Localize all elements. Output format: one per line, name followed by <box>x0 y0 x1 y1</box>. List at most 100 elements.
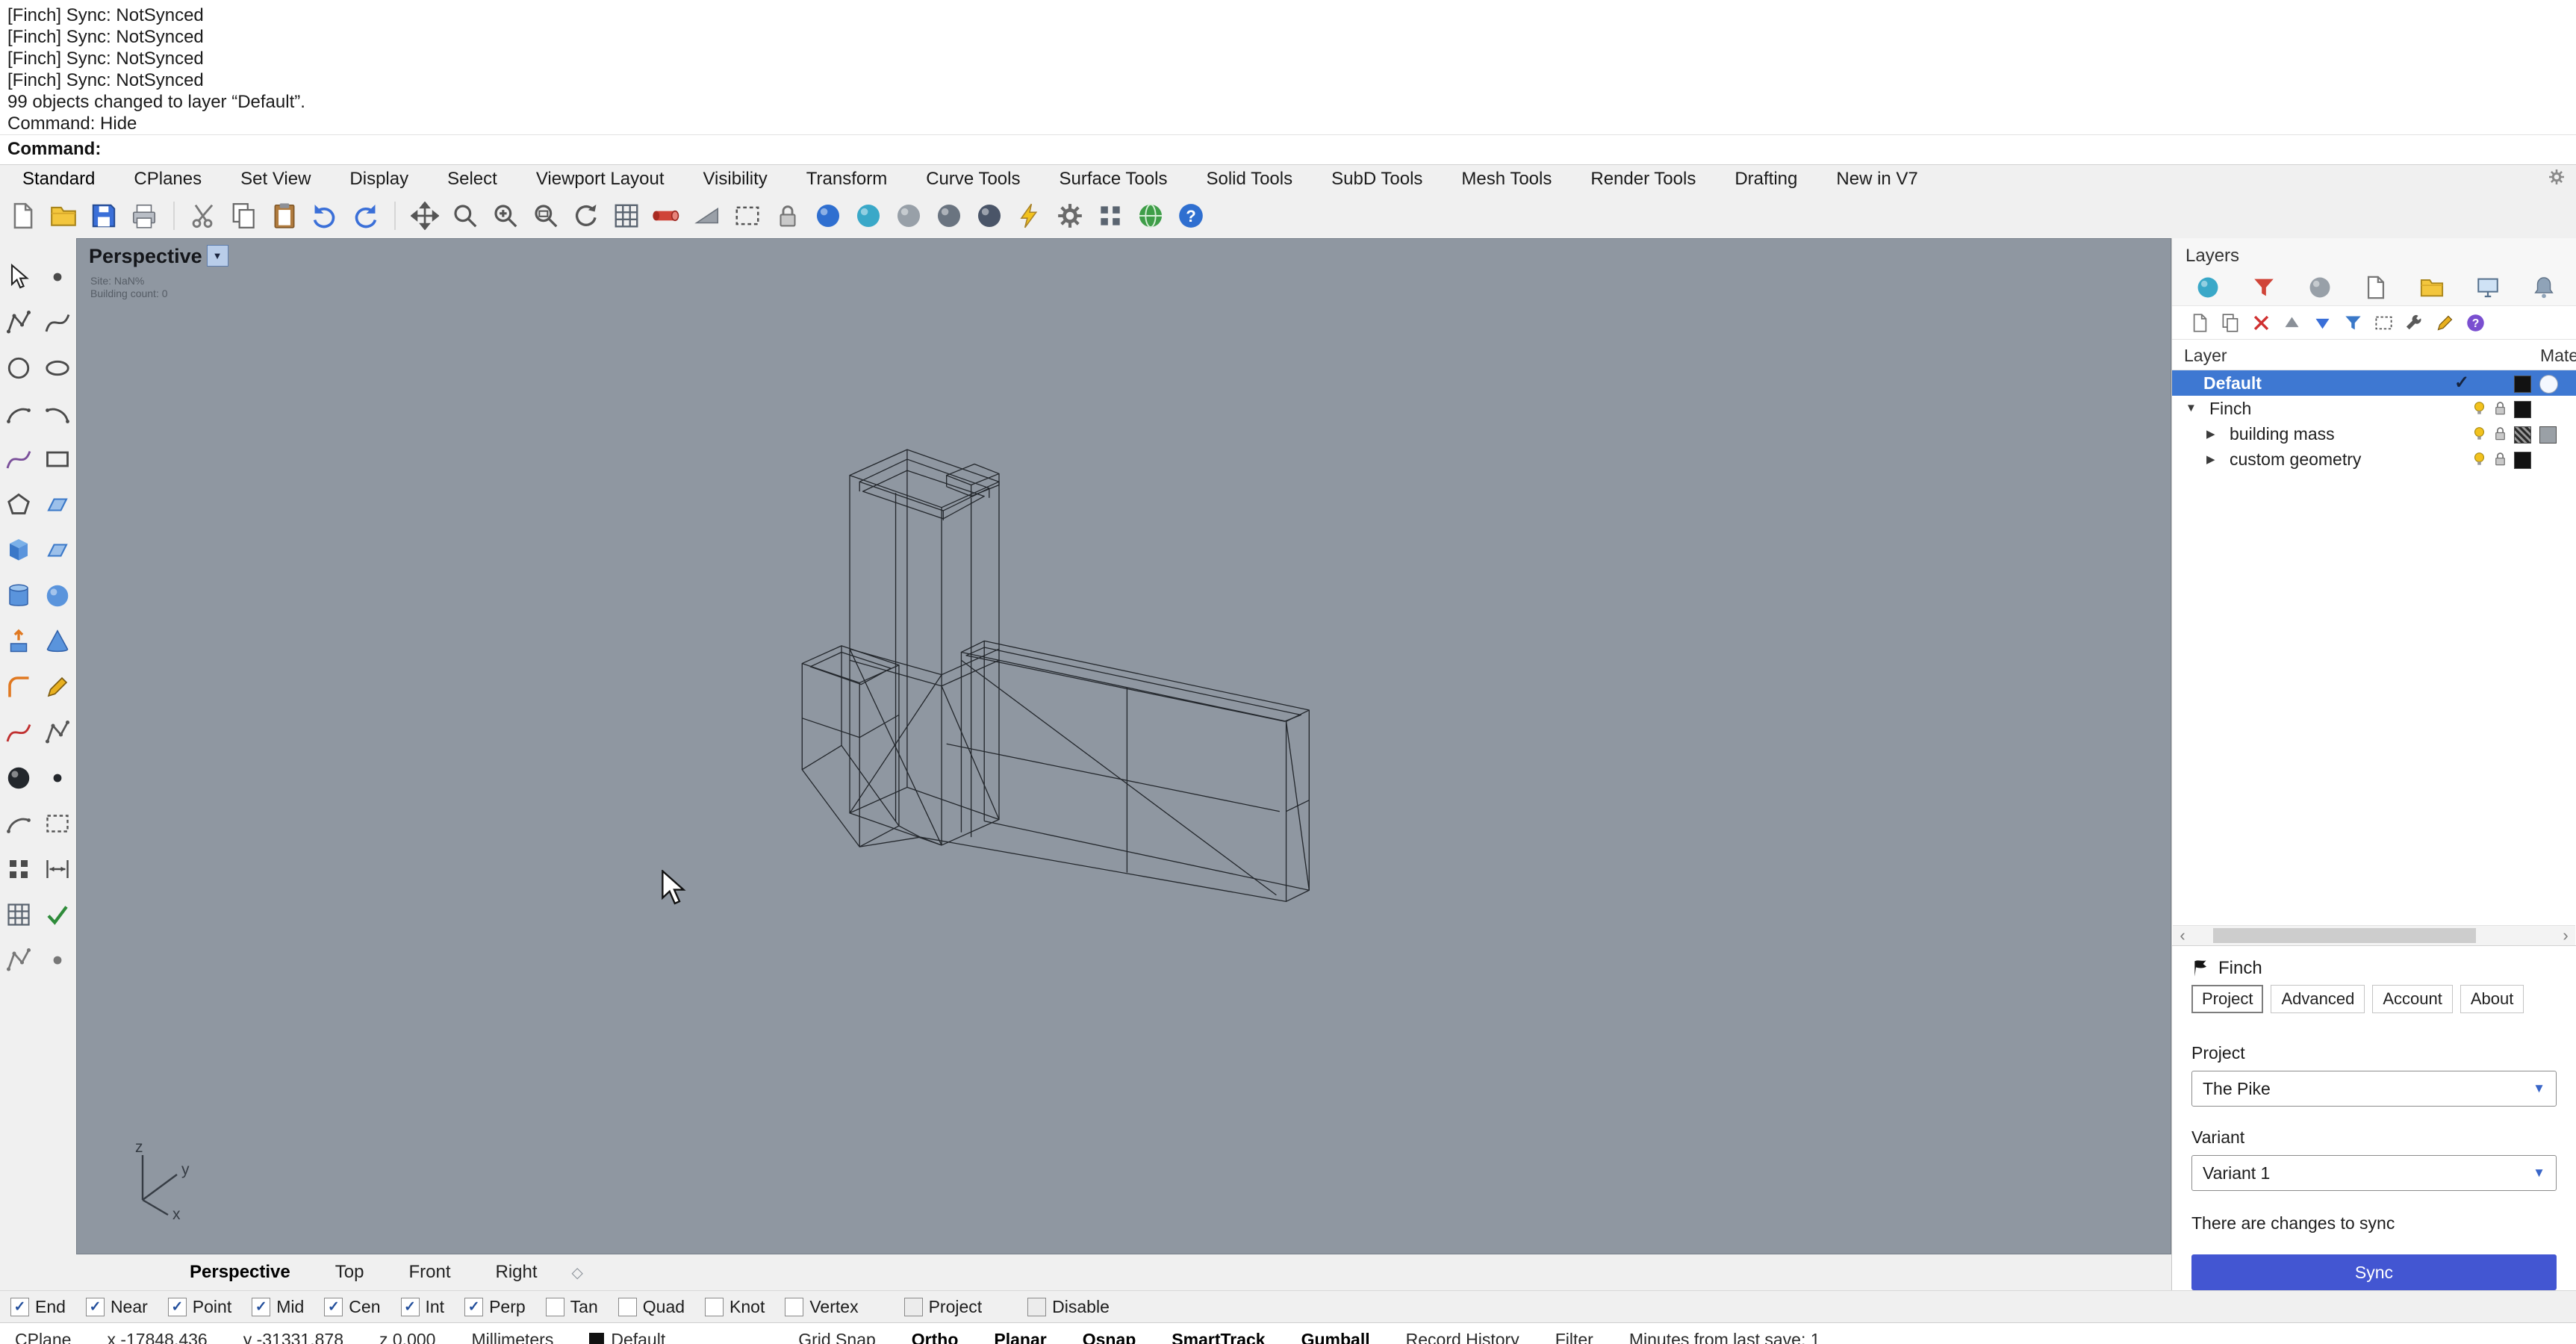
status-current-layer-button[interactable]: Default <box>589 1330 665 1344</box>
layer-pen-button[interactable] <box>2433 311 2456 334</box>
toolbar-tab-new-in-v7[interactable]: New in V7 <box>1817 169 1937 190</box>
layers-horizontal-scrollbar[interactable]: ‹ › <box>2173 925 2575 945</box>
surface-plane-tool-button[interactable] <box>41 488 74 521</box>
freeform-curve-tool-button[interactable] <box>2 443 35 476</box>
viewport-tab-perspective[interactable]: Perspective <box>167 1262 313 1283</box>
save-button[interactable] <box>88 200 119 231</box>
package-manager-button[interactable] <box>1135 200 1166 231</box>
xray-display-button[interactable] <box>933 200 965 231</box>
render-preview-button[interactable] <box>812 200 844 231</box>
cone-tool-button[interactable] <box>41 625 74 658</box>
command-history[interactable]: [Finch] Sync: NotSynced [Finch] Sync: No… <box>0 0 2576 134</box>
toolbar-tab-curve-tools[interactable]: Curve Tools <box>906 169 1039 190</box>
options-button[interactable] <box>1054 200 1086 231</box>
new-layer-button[interactable] <box>2188 311 2211 334</box>
osnap-knot[interactable]: Knot <box>705 1297 765 1317</box>
selection-window-button[interactable] <box>732 200 763 231</box>
monitor-tab[interactable] <box>2474 274 2501 301</box>
scroll-right-icon[interactable]: › <box>2556 927 2575 944</box>
toolbar-tab-solid-tools[interactable]: Solid Tools <box>1186 169 1312 190</box>
circle-tool-button[interactable] <box>2 352 35 385</box>
finch-tab-about[interactable]: About <box>2460 985 2524 1013</box>
rectangle-tool-button[interactable] <box>41 443 74 476</box>
collapse-caret-icon[interactable]: ▼ <box>2185 402 2197 414</box>
osnap-perp[interactable]: ✓Perp <box>464 1297 526 1317</box>
material-column-header[interactable]: Mate <box>2540 346 2576 366</box>
layer-color-swatch[interactable] <box>2514 426 2531 444</box>
delete-layer-button[interactable] <box>2250 311 2272 334</box>
filter-layers-button[interactable] <box>2342 311 2364 334</box>
layer-material-icon[interactable] <box>2539 375 2558 393</box>
cplane-grid-button[interactable] <box>611 200 642 231</box>
smarttrack-button[interactable] <box>1014 200 1045 231</box>
osnap-mid[interactable]: ✓Mid <box>252 1297 304 1317</box>
osnap-tan[interactable]: Tan <box>546 1297 598 1317</box>
scrollbar-track[interactable] <box>2192 926 2556 945</box>
redo-button[interactable] <box>349 200 381 231</box>
toolbar-tab-subd-tools[interactable]: SubD Tools <box>1312 169 1442 190</box>
dimension-tool-button[interactable] <box>41 853 74 886</box>
osnap-end[interactable]: ✓End <box>10 1297 66 1317</box>
move-layer-down-button[interactable] <box>2311 311 2333 334</box>
finch-tab-advanced[interactable]: Advanced <box>2271 985 2365 1013</box>
layer-row-default[interactable]: Default ✓ <box>2172 370 2576 396</box>
finch-tab-account[interactable]: Account <box>2372 985 2453 1013</box>
sphere-tool-button[interactable] <box>41 579 74 612</box>
polyline-tool-button[interactable] <box>2 306 35 339</box>
osnap-quad[interactable]: Quad <box>618 1297 685 1317</box>
move-layer-up-button[interactable] <box>2280 311 2303 334</box>
toolbar-tab-visibility[interactable]: Visibility <box>683 169 786 190</box>
toolbar-tab-set-view[interactable]: Set View <box>221 169 330 190</box>
point2-tool-button[interactable] <box>41 944 74 977</box>
layer-visibility-bulb-icon[interactable] <box>2471 399 2488 421</box>
shaded-display-button[interactable] <box>853 200 884 231</box>
finch-tab-project[interactable]: Project <box>2191 985 2263 1013</box>
command-prompt[interactable]: Command: <box>0 134 2576 164</box>
layer-visibility-bulb-icon[interactable] <box>2471 450 2488 472</box>
osnap-project[interactable]: Project <box>904 1297 983 1317</box>
status-smarttrack-toggle[interactable]: SmartTrack <box>1172 1330 1265 1344</box>
arc-blend-tool-button[interactable] <box>2 807 35 840</box>
toolbar-tab-select[interactable]: Select <box>428 169 517 190</box>
status-cplane-button[interactable]: CPlane <box>15 1330 71 1344</box>
sync-button[interactable]: Sync <box>2191 1254 2557 1290</box>
layer-column-header[interactable]: Layer <box>2184 346 2227 366</box>
cut-button[interactable] <box>188 200 220 231</box>
toolbar-tab-mesh-tools[interactable]: Mesh Tools <box>1442 169 1571 190</box>
status-planar-toggle[interactable]: Planar <box>994 1330 1046 1344</box>
layer-help-button[interactable] <box>2464 311 2486 334</box>
status-filter-toggle[interactable]: Filter <box>1555 1330 1593 1344</box>
undo-button[interactable] <box>309 200 340 231</box>
plane-tool-button[interactable] <box>41 534 74 567</box>
viewport-menu-button[interactable]: ▼ <box>207 245 228 267</box>
rendered-display-button[interactable] <box>974 200 1005 231</box>
ellipse-tool-button[interactable] <box>41 352 74 385</box>
layer-lock-icon[interactable] <box>2492 425 2509 447</box>
display-tab[interactable] <box>2306 274 2333 301</box>
zoom-dynamic-button[interactable] <box>449 200 481 231</box>
osnap-cen[interactable]: ✓Cen <box>324 1297 380 1317</box>
viewport-tab-front[interactable]: Front <box>386 1262 473 1283</box>
grid-tool-button[interactable] <box>2 898 35 931</box>
viewport-tab-top[interactable]: Top <box>313 1262 387 1283</box>
ghosted-display-button[interactable] <box>893 200 924 231</box>
toolbar-tab-viewport-layout[interactable]: Viewport Layout <box>517 169 684 190</box>
properties-tab[interactable] <box>2194 274 2221 301</box>
osnap-point[interactable]: ✓Point <box>168 1297 231 1317</box>
open-file-button[interactable] <box>48 200 79 231</box>
array-tool-button[interactable] <box>2 853 35 886</box>
polyline2-tool-button[interactable] <box>2 944 35 977</box>
layer-color-swatch[interactable] <box>2514 452 2531 469</box>
notes-tab[interactable] <box>2362 274 2389 301</box>
toolbar-tab-display[interactable]: Display <box>330 169 428 190</box>
rotate-view-button[interactable] <box>570 200 602 231</box>
point-cloud-tool-button[interactable] <box>41 762 74 794</box>
toolbar-tab-standard[interactable]: Standard <box>3 169 114 190</box>
expand-caret-icon[interactable]: ▶ <box>2206 452 2215 466</box>
zoom-window-button[interactable] <box>530 200 561 231</box>
layer-lock-icon[interactable] <box>2492 399 2509 421</box>
project-select[interactable]: The Pike ▼ <box>2191 1071 2557 1107</box>
fillet-tool-button[interactable] <box>2 671 35 703</box>
toolbar-tab-transform[interactable]: Transform <box>787 169 906 190</box>
red-curve-tool-button[interactable] <box>2 716 35 749</box>
